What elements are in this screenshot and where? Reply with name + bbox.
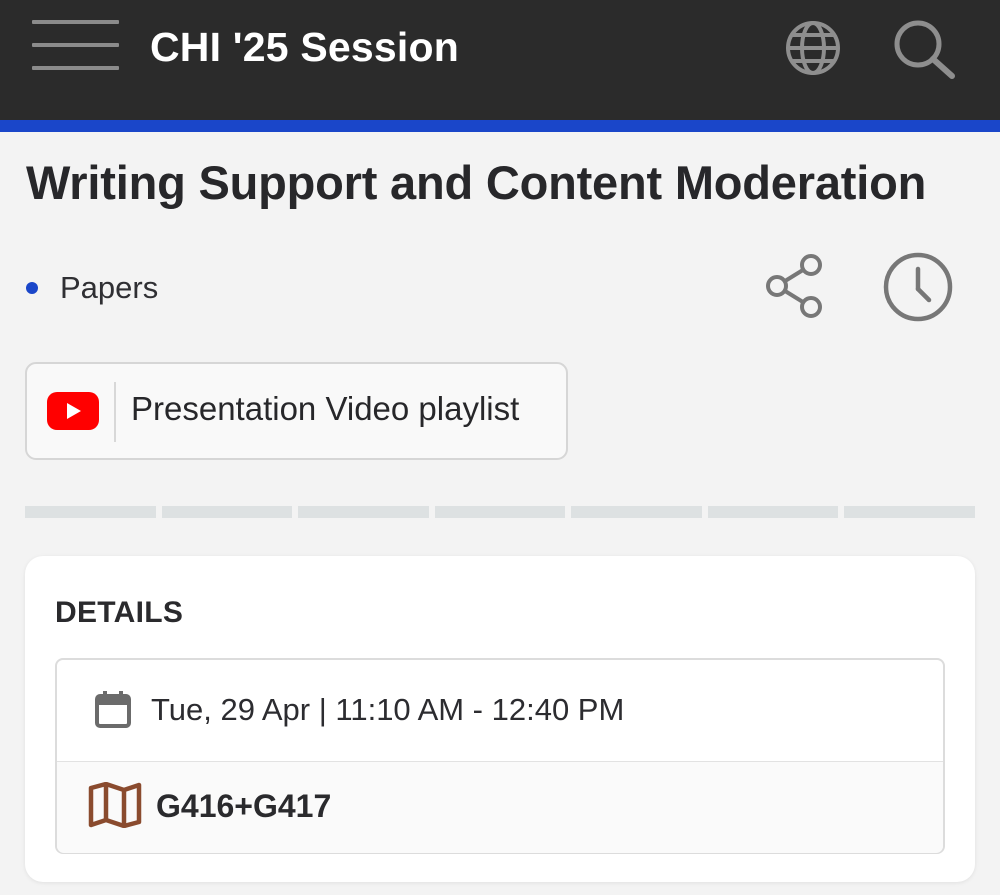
type-dot-icon <box>26 282 38 294</box>
progress-segment <box>707 506 839 518</box>
video-button-divider <box>114 382 116 442</box>
app-title: CHI '25 Session <box>150 24 459 70</box>
session-type-label: Papers <box>60 270 159 305</box>
youtube-icon <box>47 392 99 430</box>
progress-segment <box>434 506 566 518</box>
progress-segment <box>571 506 702 518</box>
search-icon[interactable] <box>890 16 960 80</box>
app-bar: CHI '25 Session <box>0 0 1000 132</box>
session-datetime-row: Tue, 29 Apr | 11:10 AM - 12:40 PM <box>57 660 943 760</box>
globe-icon[interactable] <box>783 18 843 78</box>
share-icon-graphic <box>766 254 822 318</box>
details-box: Tue, 29 Apr | 11:10 AM - 12:40 PM G416+G… <box>55 658 945 854</box>
session-datetime: Tue, 29 Apr | 11:10 AM - 12:40 PM <box>151 692 625 727</box>
progress-segment <box>25 506 156 518</box>
menu-line <box>32 20 119 24</box>
session-title: Writing Support and Content Moderation <box>26 156 927 209</box>
share-icon[interactable] <box>762 250 828 322</box>
search-icon-graphic <box>894 20 955 79</box>
details-heading: DETAILS <box>55 596 184 629</box>
clock-icon[interactable] <box>880 251 956 323</box>
progress-segment <box>844 506 976 518</box>
map-icon <box>88 782 142 828</box>
progress-segments <box>25 506 976 518</box>
globe-icon-graphic <box>786 21 840 75</box>
session-room-row[interactable]: G416+G417 <box>57 761 943 853</box>
menu-line <box>32 66 119 70</box>
details-card: DETAILS Tue, 29 Apr | 11:10 AM - 12:40 P… <box>25 556 975 882</box>
menu-line <box>32 43 119 47</box>
progress-segment <box>161 506 293 518</box>
hamburger-menu-icon[interactable] <box>32 18 119 74</box>
clock-icon-graphic <box>883 252 953 322</box>
session-type: Papers <box>26 268 158 308</box>
session-room: G416+G417 <box>156 788 332 824</box>
calendar-icon <box>95 691 131 728</box>
presentation-video-playlist-button[interactable]: Presentation Video playlist <box>25 362 568 460</box>
video-button-label: Presentation Video playlist <box>131 390 520 427</box>
progress-segment <box>298 506 429 518</box>
